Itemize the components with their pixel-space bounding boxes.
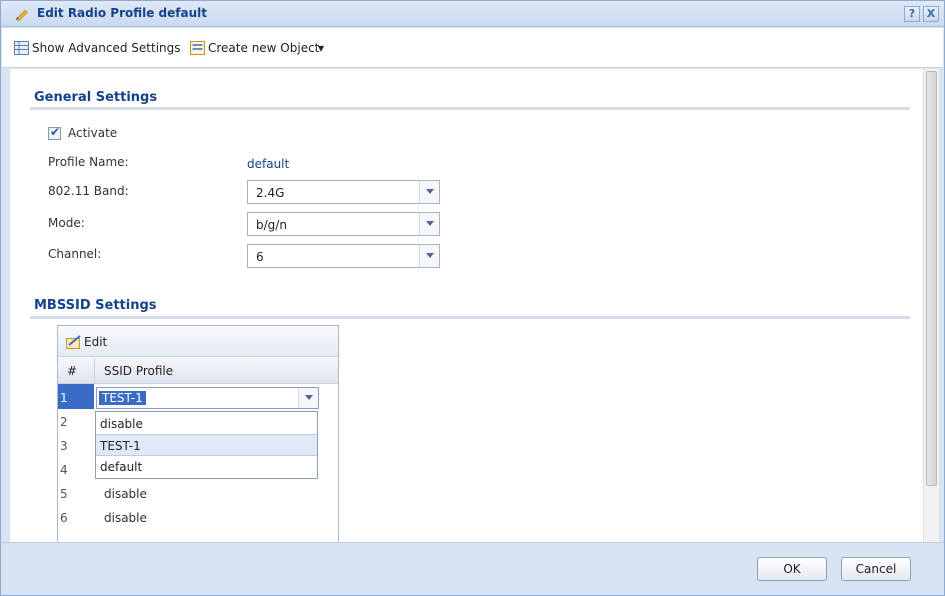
- ssid-profile-editor-value[interactable]: TEST-1: [99, 391, 146, 405]
- chevron-down-icon[interactable]: [419, 213, 439, 235]
- ssid-profile-cell: disable: [104, 487, 147, 501]
- table-icon: [14, 41, 29, 55]
- help-button[interactable]: ?: [904, 6, 920, 22]
- ssid-profile-dropdown[interactable]: disable TEST-1 default: [95, 411, 318, 479]
- section-divider: [30, 316, 910, 319]
- dropdown-option[interactable]: disable: [96, 413, 317, 435]
- dropdown-option-label: TEST-1: [100, 439, 141, 453]
- show-advanced-settings-label: Show Advanced Settings: [32, 41, 181, 55]
- band-select-value: 2.4G: [256, 186, 285, 200]
- mbssid-table-toolbar: Edit: [58, 326, 338, 357]
- dialog-footer: OK Cancel: [1, 542, 944, 595]
- activate-label: Activate: [68, 126, 118, 140]
- mode-label: Mode:: [48, 216, 85, 230]
- dialog-title: Edit Radio Profile default: [37, 6, 207, 20]
- table-row[interactable]: 5 disable: [58, 481, 338, 505]
- edit-radio-profile-dialog: Edit Radio Profile default ? X Show Adva…: [0, 0, 945, 596]
- channel-select[interactable]: 6: [247, 244, 440, 268]
- chevron-down-icon[interactable]: [298, 388, 318, 408]
- cancel-button[interactable]: Cancel: [841, 557, 911, 581]
- channel-label: Channel:: [48, 247, 102, 261]
- content-scrollbar[interactable]: [923, 69, 939, 542]
- chevron-down-icon[interactable]: [419, 245, 439, 267]
- mbssid-table-header: # SSID Profile: [58, 358, 338, 384]
- checkmark-icon: ✔: [50, 125, 61, 139]
- row-number: 1: [60, 391, 68, 405]
- profile-name-value: default: [247, 157, 290, 171]
- dropdown-option[interactable]: default: [96, 456, 317, 478]
- band-select[interactable]: 2.4G: [247, 180, 440, 204]
- row-number: 4: [60, 463, 68, 477]
- edit-icon: [66, 335, 81, 349]
- ssid-profile-editor[interactable]: TEST-1: [96, 387, 319, 409]
- edit-button[interactable]: Edit: [84, 335, 107, 349]
- create-new-object-label: Create new Object: [208, 41, 320, 55]
- row-number: 3: [60, 439, 68, 453]
- general-settings-title: General Settings: [34, 90, 158, 105]
- mbssid-settings-title: MBSSID Settings: [34, 298, 157, 313]
- dropdown-option[interactable]: TEST-1: [96, 434, 317, 456]
- chevron-down-icon[interactable]: [419, 181, 439, 203]
- ssid-profile-cell: disable: [104, 511, 147, 525]
- mode-select[interactable]: b/g/n: [247, 212, 440, 236]
- close-button[interactable]: X: [923, 6, 939, 22]
- chevron-down-icon: ▾: [318, 41, 325, 55]
- band-label: 802.11 Band:: [48, 184, 129, 198]
- row-number: 2: [60, 415, 68, 429]
- column-header-ssid-profile[interactable]: SSID Profile: [104, 364, 173, 378]
- mode-select-value: b/g/n: [256, 218, 287, 232]
- section-divider: [30, 107, 910, 110]
- column-header-number[interactable]: #: [67, 364, 77, 378]
- row-number: 5: [60, 487, 68, 501]
- column-separator: [94, 358, 95, 384]
- dropdown-option-label: default: [100, 460, 143, 474]
- dropdown-option-label: disable: [100, 417, 143, 431]
- title-bar[interactable]: Edit Radio Profile default ? X: [1, 1, 944, 27]
- dialog-content: General Settings ✔ Activate Profile Name…: [10, 69, 923, 542]
- row-number: 6: [60, 511, 68, 525]
- activate-checkbox[interactable]: ✔: [48, 125, 61, 140]
- channel-select-value: 6: [256, 250, 264, 264]
- new-object-icon: [190, 41, 205, 55]
- dialog-toolbar: Show Advanced Settings Create new Object…: [2, 28, 943, 68]
- table-row[interactable]: 6 disable: [58, 505, 338, 529]
- pencil-icon: [16, 9, 28, 22]
- profile-name-label: Profile Name:: [48, 155, 129, 169]
- ok-button[interactable]: OK: [757, 557, 827, 581]
- scrollbar-thumb[interactable]: [926, 71, 937, 486]
